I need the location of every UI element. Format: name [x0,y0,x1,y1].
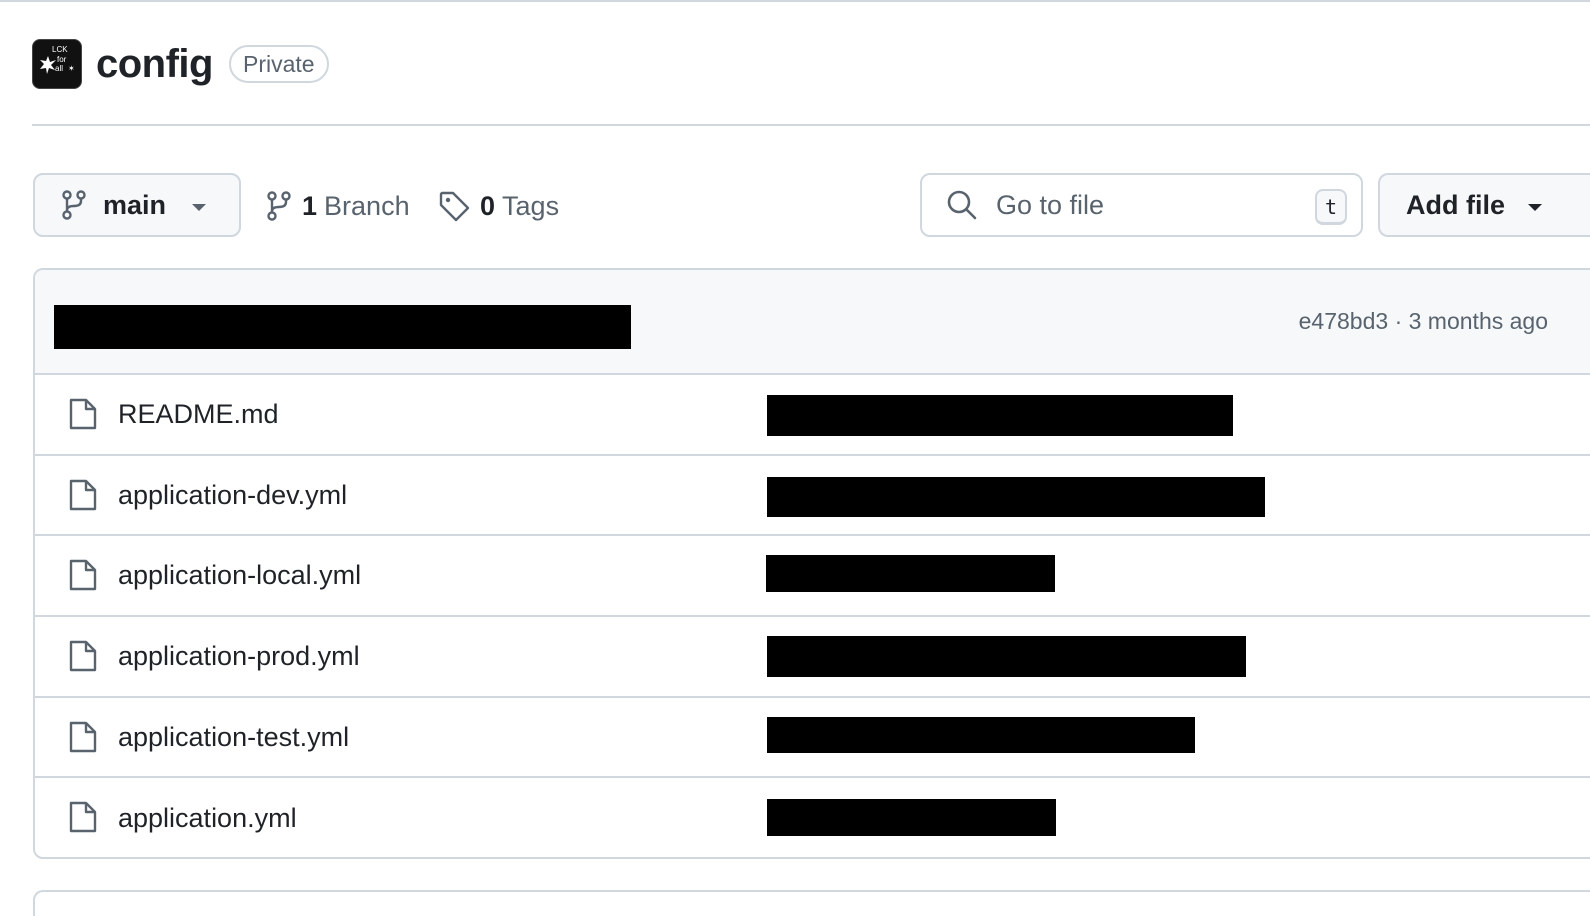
file-icon [69,802,97,833]
branch-selector-button[interactable]: main [33,173,241,237]
commit-message-redacted [767,395,1233,436]
branch-count: 1 [302,190,318,221]
latest-commit-row: e478bd3 · 3 months ago [35,270,1590,375]
commit-message-redacted [767,636,1246,678]
commit-separator: · [1394,308,1403,334]
svg-text:for: for [57,55,67,64]
chevron-down-icon [1528,204,1542,211]
file-row[interactable]: application-prod.yml [35,617,1590,698]
commit-hash[interactable]: e478bd3 [1299,308,1389,334]
org-logo-icon: LCK for all ✶ [40,45,75,74]
repository-page: LCK for all ✶ config Private main 1 Bran… [0,0,1590,916]
search-placeholder: Go to file [996,189,1105,220]
readme-panel [33,890,1590,916]
commit-message-redacted [54,305,631,349]
commit-meta[interactable]: e478bd3 · 3 months ago [1299,308,1548,335]
branches-link[interactable]: 1 Branch [266,186,410,226]
file-name[interactable]: application-local.yml [118,560,361,591]
chevron-down-icon [192,204,206,211]
visibility-badge: Private [228,45,329,83]
org-avatar[interactable]: LCK for all ✶ [32,39,82,89]
tag-icon [439,191,470,222]
add-file-button[interactable]: Add file [1378,173,1590,237]
svg-text:LCK: LCK [52,45,68,54]
top-divider [0,0,1590,2]
tags-link[interactable]: 0 Tags [438,186,559,226]
svg-text:✶: ✶ [68,64,75,73]
svg-text:all: all [55,64,63,73]
file-name[interactable]: application.yml [118,803,297,834]
file-row[interactable]: application-test.yml [35,698,1590,779]
file-row[interactable]: application-dev.yml [35,456,1590,537]
file-icon [69,398,97,430]
repo-header: LCK for all ✶ config Private [32,38,329,90]
tag-count-label: Tags [502,190,560,221]
file-icon [69,640,97,672]
branch-name: main [103,189,167,220]
file-name[interactable]: application-dev.yml [118,480,347,511]
repo-name[interactable]: config [96,42,213,87]
git-branch-icon [267,191,291,221]
file-row[interactable]: application-local.yml [35,536,1590,618]
tag-count: 0 [480,190,496,221]
file-icon [69,721,97,752]
header-divider [32,124,1590,126]
file-name[interactable]: application-prod.yml [118,641,360,672]
file-name[interactable]: README.md [118,399,279,430]
commit-message-redacted [766,555,1055,593]
file-row[interactable]: README.md [35,375,1590,456]
commit-age: 3 months ago [1408,308,1548,334]
file-icon [69,479,97,510]
go-to-file-input[interactable]: Go to file t [920,173,1363,237]
file-list: e478bd3 · 3 months ago README.md applica… [33,268,1590,859]
file-row[interactable]: application.yml [35,778,1590,857]
search-icon [947,190,977,220]
file-name[interactable]: application-test.yml [118,722,349,753]
add-file-label: Add file [1406,189,1505,220]
branch-count-label: Branch [324,190,410,221]
commit-message-redacted [767,799,1056,837]
commit-message-redacted [767,716,1195,753]
keyboard-shortcut-hint: t [1315,189,1347,225]
git-branch-icon [62,190,86,220]
commit-message-redacted [767,476,1265,517]
file-icon [69,560,97,591]
